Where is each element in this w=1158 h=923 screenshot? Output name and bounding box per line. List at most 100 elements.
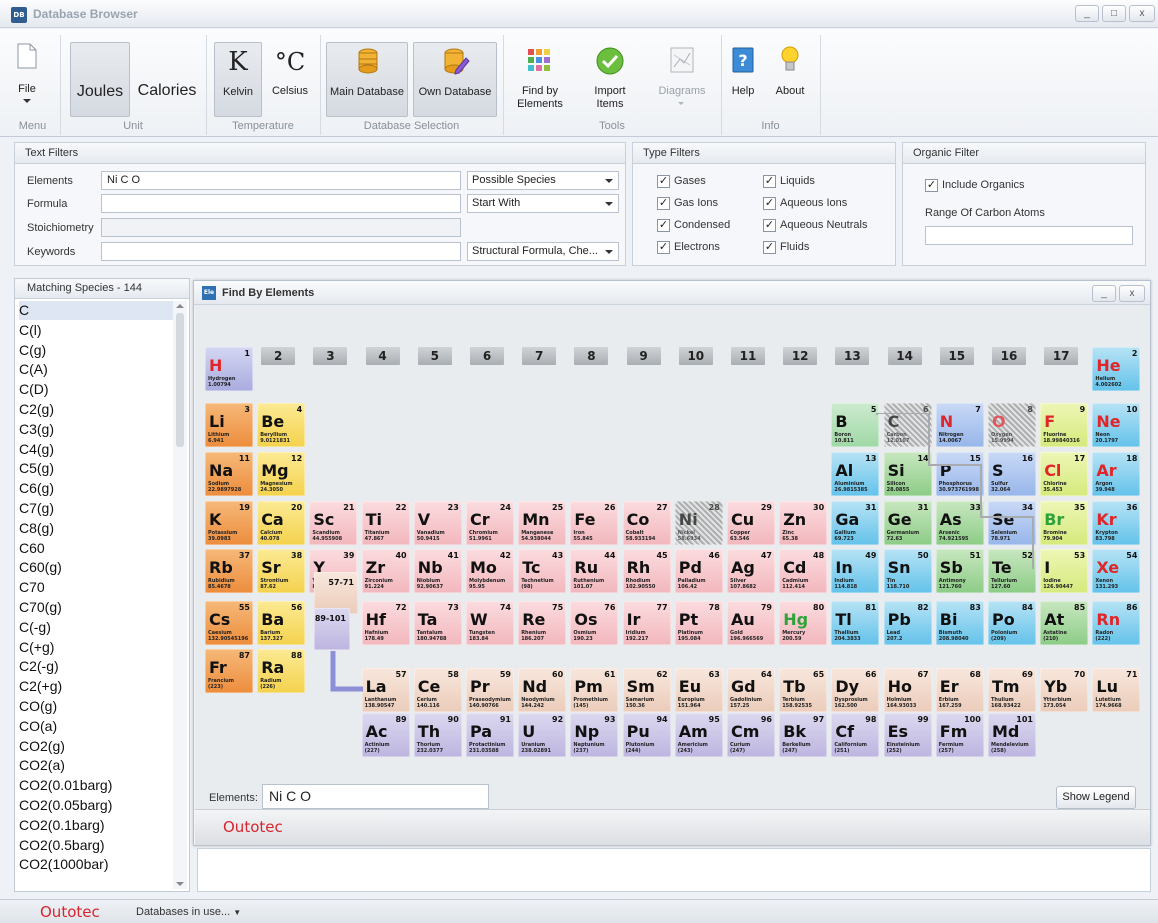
aqueous-neutrals-checkbox[interactable]: ✓ Aqueous Neutrals: [763, 219, 867, 232]
minimize-button[interactable]: _: [1075, 5, 1099, 22]
species-list-item[interactable]: C60(g): [19, 558, 62, 577]
element-re[interactable]: Re 75 Rhenium 186.207: [518, 601, 567, 645]
element-xe[interactable]: Xe 54 Xenon 131.293: [1092, 549, 1141, 593]
element-au[interactable]: Au 79 Gold 196.966569: [727, 601, 775, 645]
species-list-item[interactable]: C(g): [19, 341, 46, 360]
element-bk[interactable]: Bk 97 Berkelium (247): [779, 713, 828, 757]
dialog-close-button[interactable]: x: [1119, 285, 1145, 302]
maximize-button[interactable]: □: [1102, 5, 1126, 22]
kelvin-button[interactable]: K Kelvin: [214, 42, 262, 117]
species-list-item[interactable]: C(+g): [19, 638, 54, 657]
show-legend-button[interactable]: Show Legend: [1056, 786, 1136, 809]
liquids-checkbox[interactable]: ✓ Liquids: [763, 175, 815, 188]
species-list-item[interactable]: C: [19, 301, 175, 320]
find-by-elements-button[interactable]: Find by Elements: [512, 42, 568, 117]
species-list-item[interactable]: C(-g): [19, 618, 51, 637]
element-cl[interactable]: Cl 17 Chlorine 35.453: [1040, 452, 1089, 496]
element-pt[interactable]: Pt 78 Platinum 195.084: [674, 601, 723, 645]
joules-button[interactable]: Joules: [70, 42, 130, 117]
element-am[interactable]: Am 95 Americium (243): [674, 713, 723, 757]
scroll-down-icon[interactable]: [176, 882, 184, 886]
formula-input[interactable]: [101, 194, 461, 213]
element-cm[interactable]: Cm 96 Curium (247): [727, 713, 775, 757]
element-pa[interactable]: Pa 91 Protactinium 231.03588: [466, 713, 514, 757]
element-er[interactable]: Er 68 Erbium 167.259: [935, 668, 984, 712]
element-pm[interactable]: Pm 61 Promethium (145): [570, 668, 619, 712]
element-ce[interactable]: Ce 58 Cerium 140.116: [413, 668, 462, 712]
element-bi[interactable]: Bi 83 Bismuth 208.98040: [935, 601, 984, 645]
species-list-item[interactable]: C7(g): [19, 499, 54, 518]
species-list-item[interactable]: CO2(0.5barg): [19, 836, 105, 855]
element-zr[interactable]: Zr 40 Zirconium 91.224: [361, 549, 410, 593]
aqueous-ions-checkbox[interactable]: ✓ Aqueous Ions: [763, 197, 847, 210]
element-fm[interactable]: Fm 100 Fermium (257): [935, 713, 984, 757]
element-al[interactable]: Al 13 Aluminium 26.9815385: [831, 452, 880, 496]
element-w[interactable]: W 74 Tungsten 183.84: [466, 601, 514, 645]
electrons-checkbox[interactable]: ✓ Electrons: [657, 241, 720, 254]
element-yb[interactable]: Yb 70 Ytterbium 173.054: [1040, 668, 1089, 712]
element-fe[interactable]: Fe 26 Iron 55.845: [570, 501, 619, 545]
element-i[interactable]: I 53 Iodine 126.90447: [1040, 549, 1089, 593]
help-button[interactable]: ? Help: [727, 42, 759, 117]
element-ba[interactable]: Ba 56 Barium 137.327: [257, 601, 306, 645]
element-cr[interactable]: Cr 24 Chromium 51.9961: [466, 501, 514, 545]
element-mg[interactable]: Mg 12 Magnesium 24.3050: [257, 452, 306, 496]
species-list-item[interactable]: C70(g): [19, 598, 62, 617]
carbon-range-input[interactable]: [925, 226, 1133, 245]
species-list-item[interactable]: CO2(0.1barg): [19, 816, 105, 835]
element-h[interactable]: H 1 Hydrogen 1.00794: [205, 347, 253, 391]
element-cf[interactable]: Cf 98 Californium (251): [831, 713, 880, 757]
fluids-checkbox[interactable]: ✓ Fluids: [763, 241, 809, 254]
condensed-checkbox[interactable]: ✓ Condensed: [657, 219, 730, 232]
element-pb[interactable]: Pb 82 Lead 207.2: [883, 601, 932, 645]
species-list-item[interactable]: C(D): [19, 380, 49, 399]
element-u[interactable]: U 92 Uranium 238.02891: [518, 713, 567, 757]
species-list-item[interactable]: CO2(0.05barg): [19, 796, 112, 815]
element-at[interactable]: At 85 Astatine (210): [1040, 601, 1089, 645]
about-button[interactable]: About: [770, 42, 810, 117]
element-sr[interactable]: Sr 38 Strontium 87.62: [257, 549, 306, 593]
diagrams-button[interactable]: Diagrams: [652, 42, 712, 117]
element-ac[interactable]: Ac 89 Actinium (227): [361, 713, 410, 757]
element-he[interactable]: He 2 Helium 4.002602: [1092, 347, 1141, 391]
species-list-item[interactable]: C2(+g): [19, 677, 62, 696]
species-list-item[interactable]: C60: [19, 539, 45, 558]
element-hg[interactable]: Hg 80 Mercury 200.59: [779, 601, 828, 645]
element-eu[interactable]: Eu 63 Europium 151.964: [674, 668, 723, 712]
element-mo[interactable]: Mo 42 Molybdenum 95.95: [466, 549, 514, 593]
species-list-item[interactable]: C(l): [19, 321, 42, 340]
species-list-item[interactable]: CO(g): [19, 697, 57, 716]
dialog-minimize-button[interactable]: _: [1092, 285, 1116, 302]
species-list-item[interactable]: CO2(g): [19, 737, 65, 756]
element-ga[interactable]: Ga 31 Gallium 69.723: [831, 501, 880, 545]
element-rh[interactable]: Rh 45 Rhodium 102.90550: [622, 549, 671, 593]
elements-input[interactable]: Ni C O: [101, 171, 461, 190]
dialog-elements-input[interactable]: Ni C O: [262, 784, 489, 809]
element-ar[interactable]: Ar 18 Argon 39.948: [1092, 452, 1141, 496]
species-list-item[interactable]: C3(g): [19, 420, 54, 439]
element-tl[interactable]: Tl 81 Thallium 204.3833: [831, 601, 880, 645]
element-mn[interactable]: Mn 25 Manganese 54.938044: [518, 501, 567, 545]
element-kr[interactable]: Kr 36 Krypton 83.798: [1092, 501, 1141, 545]
element-nb[interactable]: Nb 41 Niobium 92.90637: [413, 549, 462, 593]
element-v[interactable]: V 23 Vanadium 50.9415: [413, 501, 462, 545]
element-ir[interactable]: Ir 77 Iridium 192.217: [622, 601, 671, 645]
element-in[interactable]: In 49 Indium 114.818: [831, 549, 880, 593]
element-pr[interactable]: Pr 59 Praseodymium 140.90766: [466, 668, 514, 712]
element-co[interactable]: Co 27 Cobalt 58.933194: [622, 501, 671, 545]
element-sc[interactable]: Sc 21 Scandium 44.955908: [309, 501, 358, 545]
keywords-input[interactable]: [101, 242, 461, 261]
own-database-button[interactable]: Own Database: [413, 42, 497, 117]
species-list-item[interactable]: C(A): [19, 360, 48, 379]
include-organics-checkbox[interactable]: ✓ Include Organics: [925, 179, 1025, 192]
element-nd[interactable]: Nd 60 Neodymium 144.242: [518, 668, 567, 712]
species-list-item[interactable]: C6(g): [19, 479, 54, 498]
celsius-button[interactable]: °C Celsius: [266, 42, 314, 117]
formula-mode-select[interactable]: Start With: [467, 194, 619, 213]
element-po[interactable]: Po 84 Polonium (209): [988, 601, 1036, 645]
element-pd[interactable]: Pd 46 Palladium 106.42: [674, 549, 723, 593]
stoichiometry-input[interactable]: [101, 218, 461, 237]
main-database-button[interactable]: Main Database: [326, 42, 408, 117]
element-os[interactable]: Os 76 Osmium 190.23: [570, 601, 619, 645]
element-rb[interactable]: Rb 37 Rubidium 85.4678: [205, 549, 253, 593]
